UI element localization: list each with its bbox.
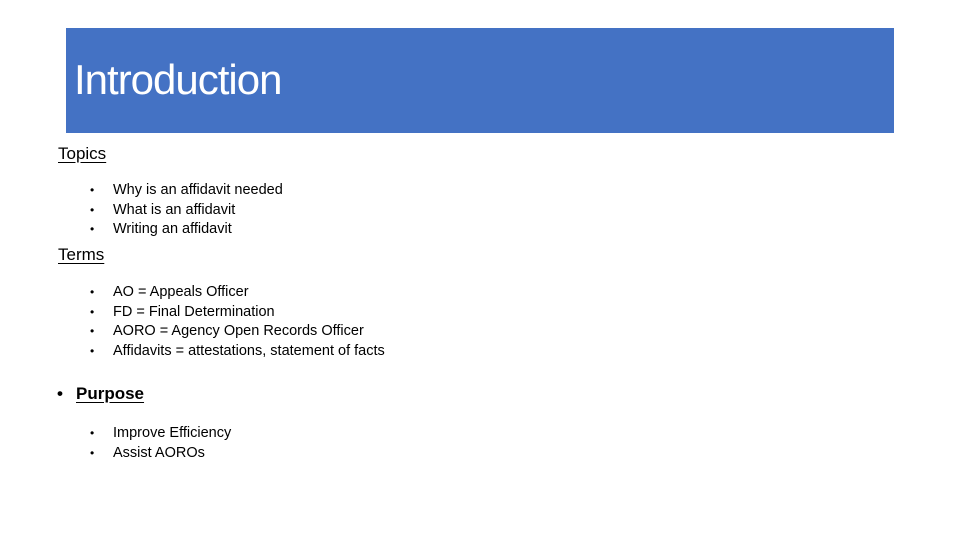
purpose-list: • Improve Efficiency • Assist AOROs — [88, 424, 231, 463]
bullet-icon: • — [90, 285, 95, 299]
purpose-heading: Purpose — [76, 384, 145, 403]
bullet-icon: • — [90, 445, 95, 460]
bullet-icon: • — [90, 426, 95, 440]
list-item: • What is an affidavit — [88, 201, 283, 221]
list-item: • Writing an affidavit — [88, 220, 283, 240]
bullet-icon: • — [90, 324, 95, 339]
bullet-icon: • — [57, 384, 63, 403]
bullet-icon: • — [90, 344, 95, 359]
list-item: • FD = Final Determination — [88, 303, 385, 323]
list-item: • AO = Appeals Officer — [88, 283, 385, 303]
topics-list: • Why is an affidavit needed • What is an … — [88, 181, 283, 240]
bullet-icon: • — [90, 202, 95, 217]
list-item: • Affidavits = attestations, statement of… — [88, 342, 385, 362]
list-item: • Improve Efficiency — [88, 424, 231, 444]
bullet-icon: • — [90, 183, 95, 197]
topics-heading: Topics — [58, 144, 107, 163]
list-item: • Assist AOROs — [88, 444, 231, 464]
bullet-icon: • — [90, 222, 95, 237]
bullet-icon: • — [90, 304, 95, 319]
terms-list: • AO = Appeals Officer • FD = Final Determ… — [88, 283, 385, 362]
title-banner: Introduction — [66, 28, 894, 133]
list-item: • AORO = Agency Open Records Officer — [88, 322, 385, 342]
list-item: • Why is an affidavit needed — [88, 181, 283, 201]
slide-title: Introduction — [74, 56, 282, 103]
terms-heading: Terms — [58, 245, 105, 264]
